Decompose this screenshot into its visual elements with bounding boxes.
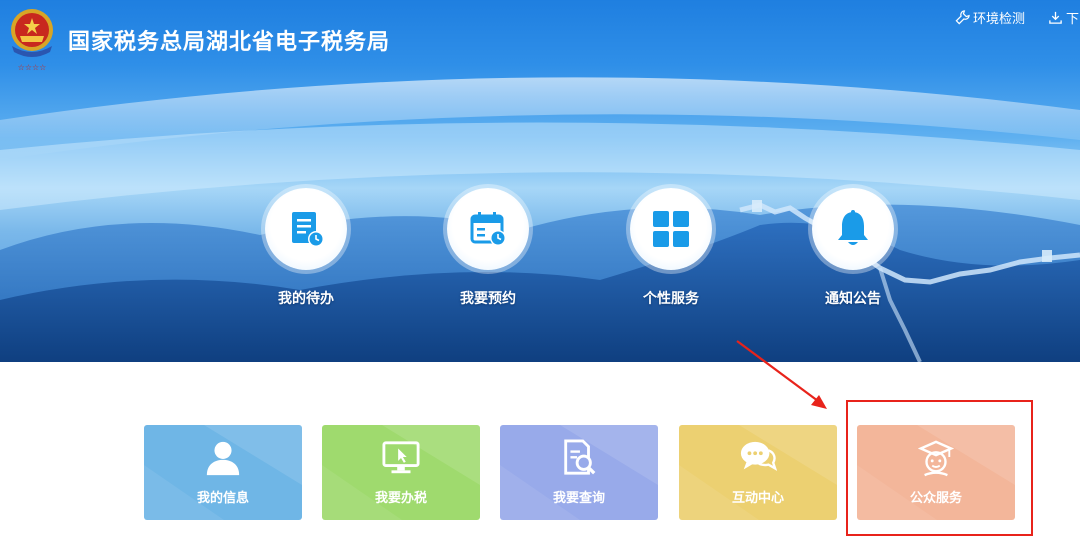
monitor-cursor-icon (322, 439, 480, 477)
tile-interaction[interactable]: 互动中心 (679, 425, 837, 520)
feature-notice[interactable]: 通知公告 (793, 188, 913, 308)
tile-query[interactable]: 我要查询 (500, 425, 658, 520)
download-icon (1049, 11, 1062, 24)
tile-label: 我要办税 (374, 491, 427, 506)
wrench-icon (955, 10, 970, 25)
tile-label: 我的信息 (196, 491, 249, 506)
feature-label: 我要预约 (460, 291, 516, 307)
env-check-label: 环境检测 (973, 12, 1026, 27)
feature-appointment[interactable]: 我要预约 (428, 188, 548, 308)
document-search-icon (500, 439, 658, 477)
user-icon (144, 439, 302, 477)
calendar-appointment-icon (447, 188, 529, 270)
tile-my-info[interactable]: 我的信息 (144, 425, 302, 520)
feature-label: 通知公告 (825, 291, 881, 307)
svg-text:☆☆☆☆: ☆☆☆☆ (18, 63, 47, 72)
download-link[interactable]: 下 (1048, 8, 1079, 27)
tax-emblem-icon[interactable]: ☆☆☆☆ (6, 6, 58, 74)
site-title: 国家税务总局湖北省电子税务局 (68, 30, 391, 55)
bell-icon (812, 188, 894, 270)
env-check-link[interactable]: 环境检测 (955, 8, 1025, 27)
feature-label: 个性服务 (643, 291, 699, 307)
chat-bubbles-icon (679, 439, 837, 477)
download-label: 下 (1066, 12, 1080, 27)
tile-label: 互动中心 (731, 491, 784, 506)
grid-apps-icon (630, 188, 712, 270)
feature-personal-service[interactable]: 个性服务 (611, 188, 731, 308)
tile-handle-tax[interactable]: 我要办税 (322, 425, 480, 520)
highlight-box (846, 400, 1033, 536)
todo-document-icon (265, 188, 347, 270)
tile-label: 我要查询 (552, 491, 605, 506)
feature-label: 我的待办 (278, 291, 334, 307)
feature-my-todo[interactable]: 我的待办 (246, 188, 366, 308)
hero-banner: ☆☆☆☆ 国家税务总局湖北省电子税务局 环境检测 下 我的待办 我要预约 个性服… (0, 0, 1080, 362)
